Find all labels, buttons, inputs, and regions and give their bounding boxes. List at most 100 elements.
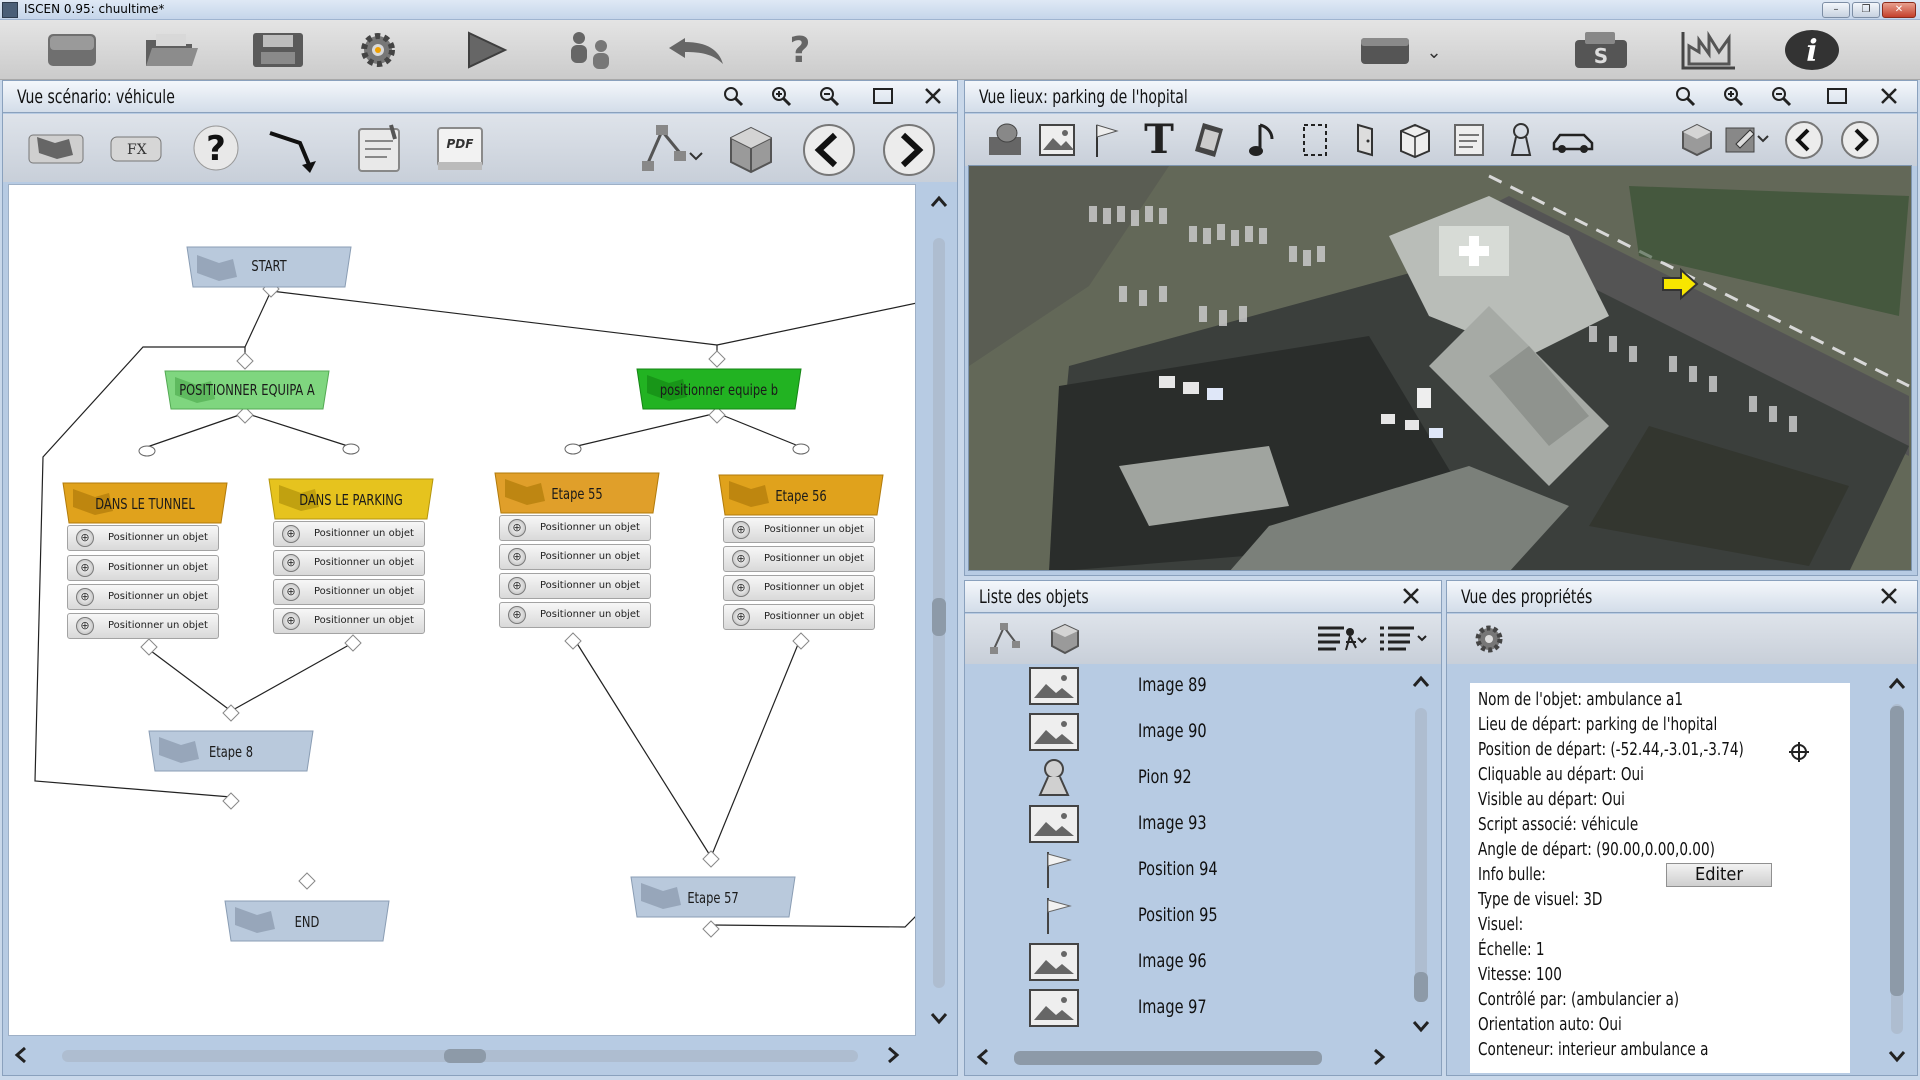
tree-icon[interactable] xyxy=(987,620,1027,658)
save-icon[interactable] xyxy=(250,26,306,74)
objects-vertical-scrollbar[interactable] xyxy=(1410,668,1432,1038)
question-icon[interactable]: ? xyxy=(187,122,245,174)
scenario-vertical-scrollbar[interactable] xyxy=(928,186,950,1036)
tunnel-action-3[interactable]: ⊕ Positionner un objet xyxy=(67,584,219,610)
zone-icon[interactable] xyxy=(1295,120,1335,160)
new-file-icon[interactable] xyxy=(44,26,100,74)
minimize-button[interactable]: – xyxy=(1822,2,1850,18)
settings-icon[interactable] xyxy=(350,26,406,74)
etape56-action-1[interactable]: ⊕ Positionner un objet xyxy=(723,517,875,543)
film-icon[interactable] xyxy=(1191,120,1231,160)
next-icon[interactable] xyxy=(879,122,939,178)
scroll-right-icon[interactable] xyxy=(1372,1048,1386,1070)
scroll-down-icon[interactable] xyxy=(1412,1016,1430,1038)
parking-action-1[interactable]: ⊕ Positionner un objet xyxy=(273,521,425,547)
music-icon[interactable] xyxy=(1243,120,1283,160)
scroll-thumb[interactable] xyxy=(932,598,946,636)
scroll-thumb[interactable] xyxy=(1014,1051,1322,1065)
arrow-link-icon[interactable] xyxy=(265,122,329,178)
close-icon[interactable] xyxy=(1399,585,1423,607)
objects-horizontal-scrollbar[interactable] xyxy=(972,1044,1412,1070)
close-icon[interactable] xyxy=(1877,85,1901,107)
scroll-down-icon[interactable] xyxy=(930,1008,948,1030)
close-icon[interactable] xyxy=(1877,585,1901,607)
zoom-out-icon[interactable] xyxy=(817,85,841,107)
list-item[interactable]: Image 93 xyxy=(968,802,1388,848)
text-icon[interactable]: T xyxy=(1137,116,1181,163)
pawn-icon[interactable] xyxy=(1501,120,1541,160)
scroll-thumb[interactable] xyxy=(444,1049,486,1063)
close-window-button[interactable]: ✕ xyxy=(1882,2,1916,18)
settings-icon[interactable] xyxy=(1467,620,1511,658)
list-item[interactable]: Position 94 xyxy=(968,848,1388,894)
cube-icon[interactable] xyxy=(1045,620,1085,658)
list-view-icon[interactable] xyxy=(1375,620,1431,658)
flag-icon[interactable] xyxy=(23,124,89,172)
maximize-icon[interactable] xyxy=(871,85,895,107)
open-folder-icon[interactable] xyxy=(142,26,202,74)
list-filter-icon[interactable] xyxy=(1313,620,1369,658)
help-icon[interactable]: ? xyxy=(774,26,826,74)
next-icon[interactable] xyxy=(1839,120,1881,160)
tree-icon[interactable] xyxy=(639,122,705,178)
crosshair-icon[interactable] xyxy=(1788,741,1810,763)
pdf-icon[interactable]: PDF xyxy=(431,122,489,176)
maximize-icon[interactable] xyxy=(1825,85,1849,107)
chart-icon[interactable] xyxy=(1676,26,1740,74)
restore-button[interactable]: ❐ xyxy=(1852,2,1880,18)
play-icon[interactable] xyxy=(460,26,512,74)
scroll-thumb[interactable] xyxy=(1414,972,1428,1002)
fx-icon[interactable]: FX xyxy=(103,124,169,172)
zoom-in-icon[interactable] xyxy=(769,85,793,107)
zoom-fit-icon[interactable] xyxy=(1673,85,1697,107)
users-icon[interactable] xyxy=(560,26,620,74)
scroll-down-icon[interactable] xyxy=(1888,1046,1906,1068)
aerial-map[interactable] xyxy=(968,165,1912,571)
edit-icon[interactable] xyxy=(1721,120,1771,160)
scroll-left-icon[interactable] xyxy=(976,1048,990,1070)
etape56-action-3[interactable]: ⊕ Positionner un objet xyxy=(723,575,875,601)
close-icon[interactable] xyxy=(921,85,945,107)
etape56-action-4[interactable]: ⊕ Positionner un objet xyxy=(723,604,875,630)
etape55-action-2[interactable]: ⊕ Positionner un objet xyxy=(499,544,651,570)
list-item[interactable]: Image 97 xyxy=(968,986,1388,1032)
door-icon[interactable] xyxy=(1345,120,1385,160)
notes-icon[interactable] xyxy=(349,122,409,176)
scroll-up-icon[interactable] xyxy=(930,192,948,214)
camera-icon[interactable] xyxy=(1356,28,1418,72)
image-icon[interactable] xyxy=(1035,120,1079,160)
undo-icon[interactable] xyxy=(664,26,730,74)
scenario-horizontal-scrollbar[interactable] xyxy=(8,1040,948,1070)
pin-map-icon[interactable] xyxy=(983,120,1027,160)
etape56-action-2[interactable]: ⊕ Positionner un objet xyxy=(723,546,875,572)
etape55-action-4[interactable]: ⊕ Positionner un objet xyxy=(499,602,651,628)
notes-icon[interactable] xyxy=(1447,120,1491,160)
cube-icon[interactable] xyxy=(723,122,779,178)
prev-icon[interactable] xyxy=(799,122,859,178)
zoom-fit-icon[interactable] xyxy=(721,85,745,107)
parking-action-3[interactable]: ⊕ Positionner un objet xyxy=(273,579,425,605)
scenario-s-icon[interactable]: S xyxy=(1570,26,1634,74)
tunnel-action-1[interactable]: ⊕ Positionner un objet xyxy=(67,525,219,551)
parking-action-2[interactable]: ⊕ Positionner un objet xyxy=(273,550,425,576)
scroll-left-icon[interactable] xyxy=(14,1046,28,1068)
tunnel-action-2[interactable]: ⊕ Positionner un objet xyxy=(67,555,219,581)
tunnel-action-4[interactable]: ⊕ Positionner un objet xyxy=(67,613,219,639)
box-icon[interactable] xyxy=(1393,120,1437,160)
edit-button[interactable]: Editer xyxy=(1666,863,1772,887)
flag-position-icon[interactable] xyxy=(1087,120,1127,160)
etape55-action-1[interactable]: ⊕ Positionner un objet xyxy=(499,515,651,541)
dropdown-icon[interactable]: ⌄ xyxy=(1422,40,1446,64)
scenario-canvas[interactable]: START POSITIONNER EQUIPA A positionner e… xyxy=(8,184,916,1036)
list-item[interactable]: Image 89 xyxy=(968,664,1388,710)
zoom-out-icon[interactable] xyxy=(1769,85,1793,107)
info-icon[interactable]: i xyxy=(1782,26,1842,74)
car-icon[interactable] xyxy=(1549,120,1597,160)
parking-action-4[interactable]: ⊕ Positionner un objet xyxy=(273,608,425,634)
scroll-thumb[interactable] xyxy=(1890,706,1904,996)
zoom-in-icon[interactable] xyxy=(1721,85,1745,107)
list-item[interactable]: Image 90 xyxy=(968,710,1388,756)
properties-vertical-scrollbar[interactable] xyxy=(1886,670,1908,1070)
list-item[interactable]: Position 95 xyxy=(968,894,1388,940)
list-item[interactable]: Image 96 xyxy=(968,940,1388,986)
